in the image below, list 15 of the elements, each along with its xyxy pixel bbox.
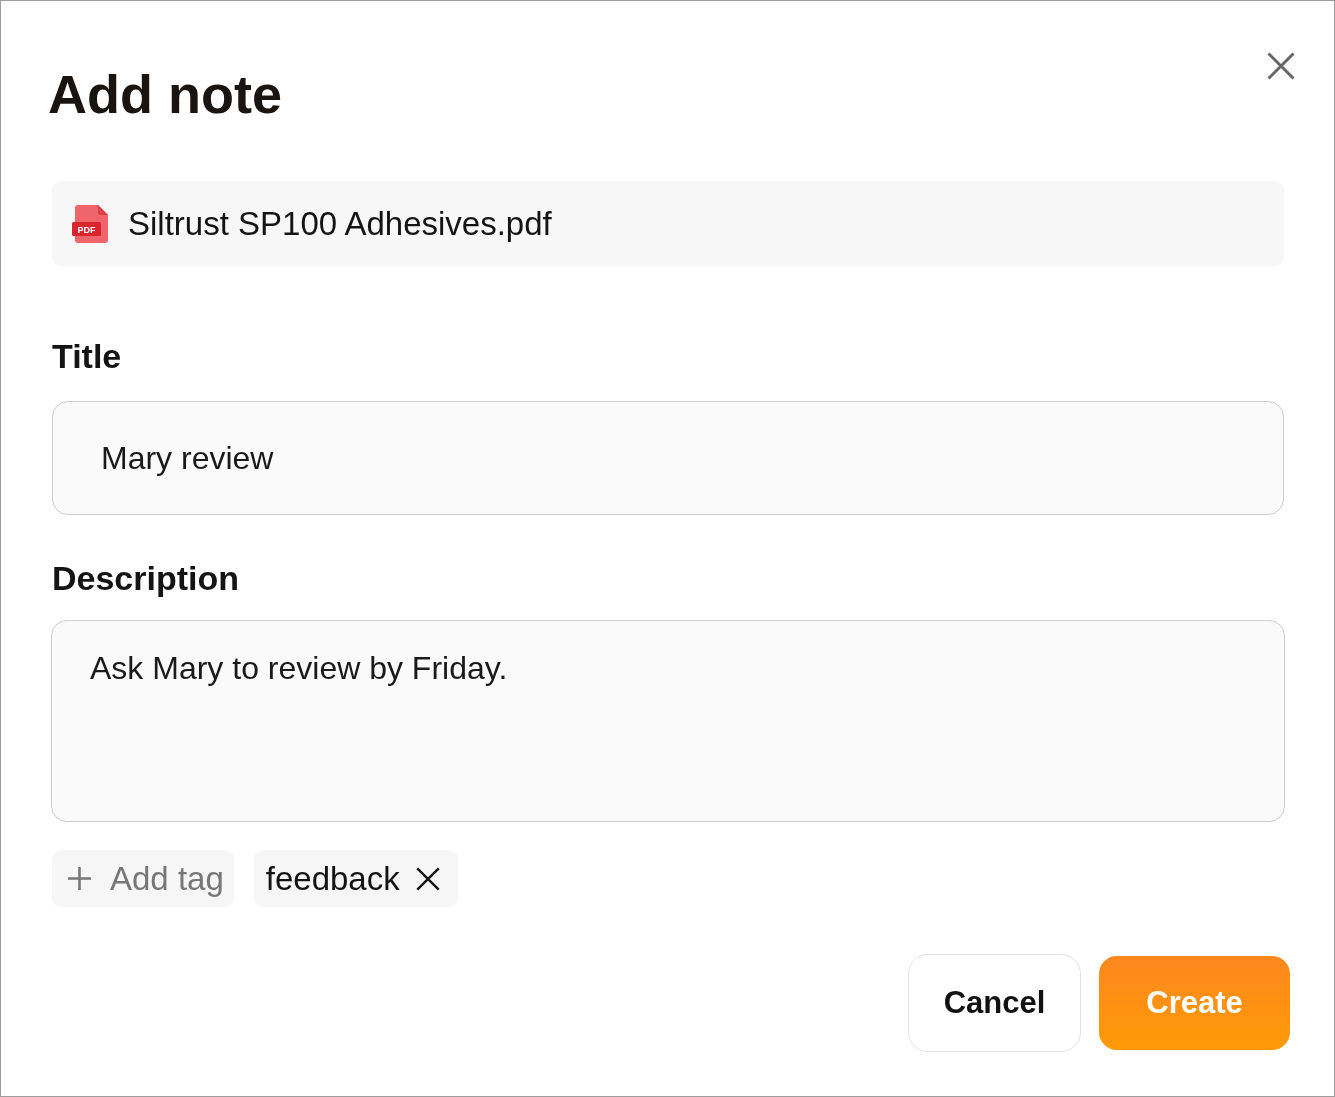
tag-label: feedback	[265, 859, 400, 898]
cancel-button[interactable]: Cancel	[908, 954, 1081, 1052]
pdf-file-icon: PDF	[72, 204, 108, 243]
field-label: Description	[52, 558, 240, 599]
file-name: Siltrust SP100 Adhesives.pdf	[128, 204, 552, 243]
add-tag-button[interactable]: Add tag	[52, 850, 234, 907]
dialog-title: Add note	[48, 63, 282, 126]
close-icon	[1267, 52, 1295, 80]
remove-tag-button[interactable]	[415, 866, 440, 891]
text-area[interactable]: Ask Mary to review by Friday.	[51, 620, 1285, 822]
close-button[interactable]	[1267, 52, 1295, 80]
field-label: Title	[52, 336, 122, 377]
plus-icon	[68, 867, 91, 890]
text-input[interactable]: Mary review	[52, 401, 1284, 515]
close-icon	[415, 866, 440, 891]
